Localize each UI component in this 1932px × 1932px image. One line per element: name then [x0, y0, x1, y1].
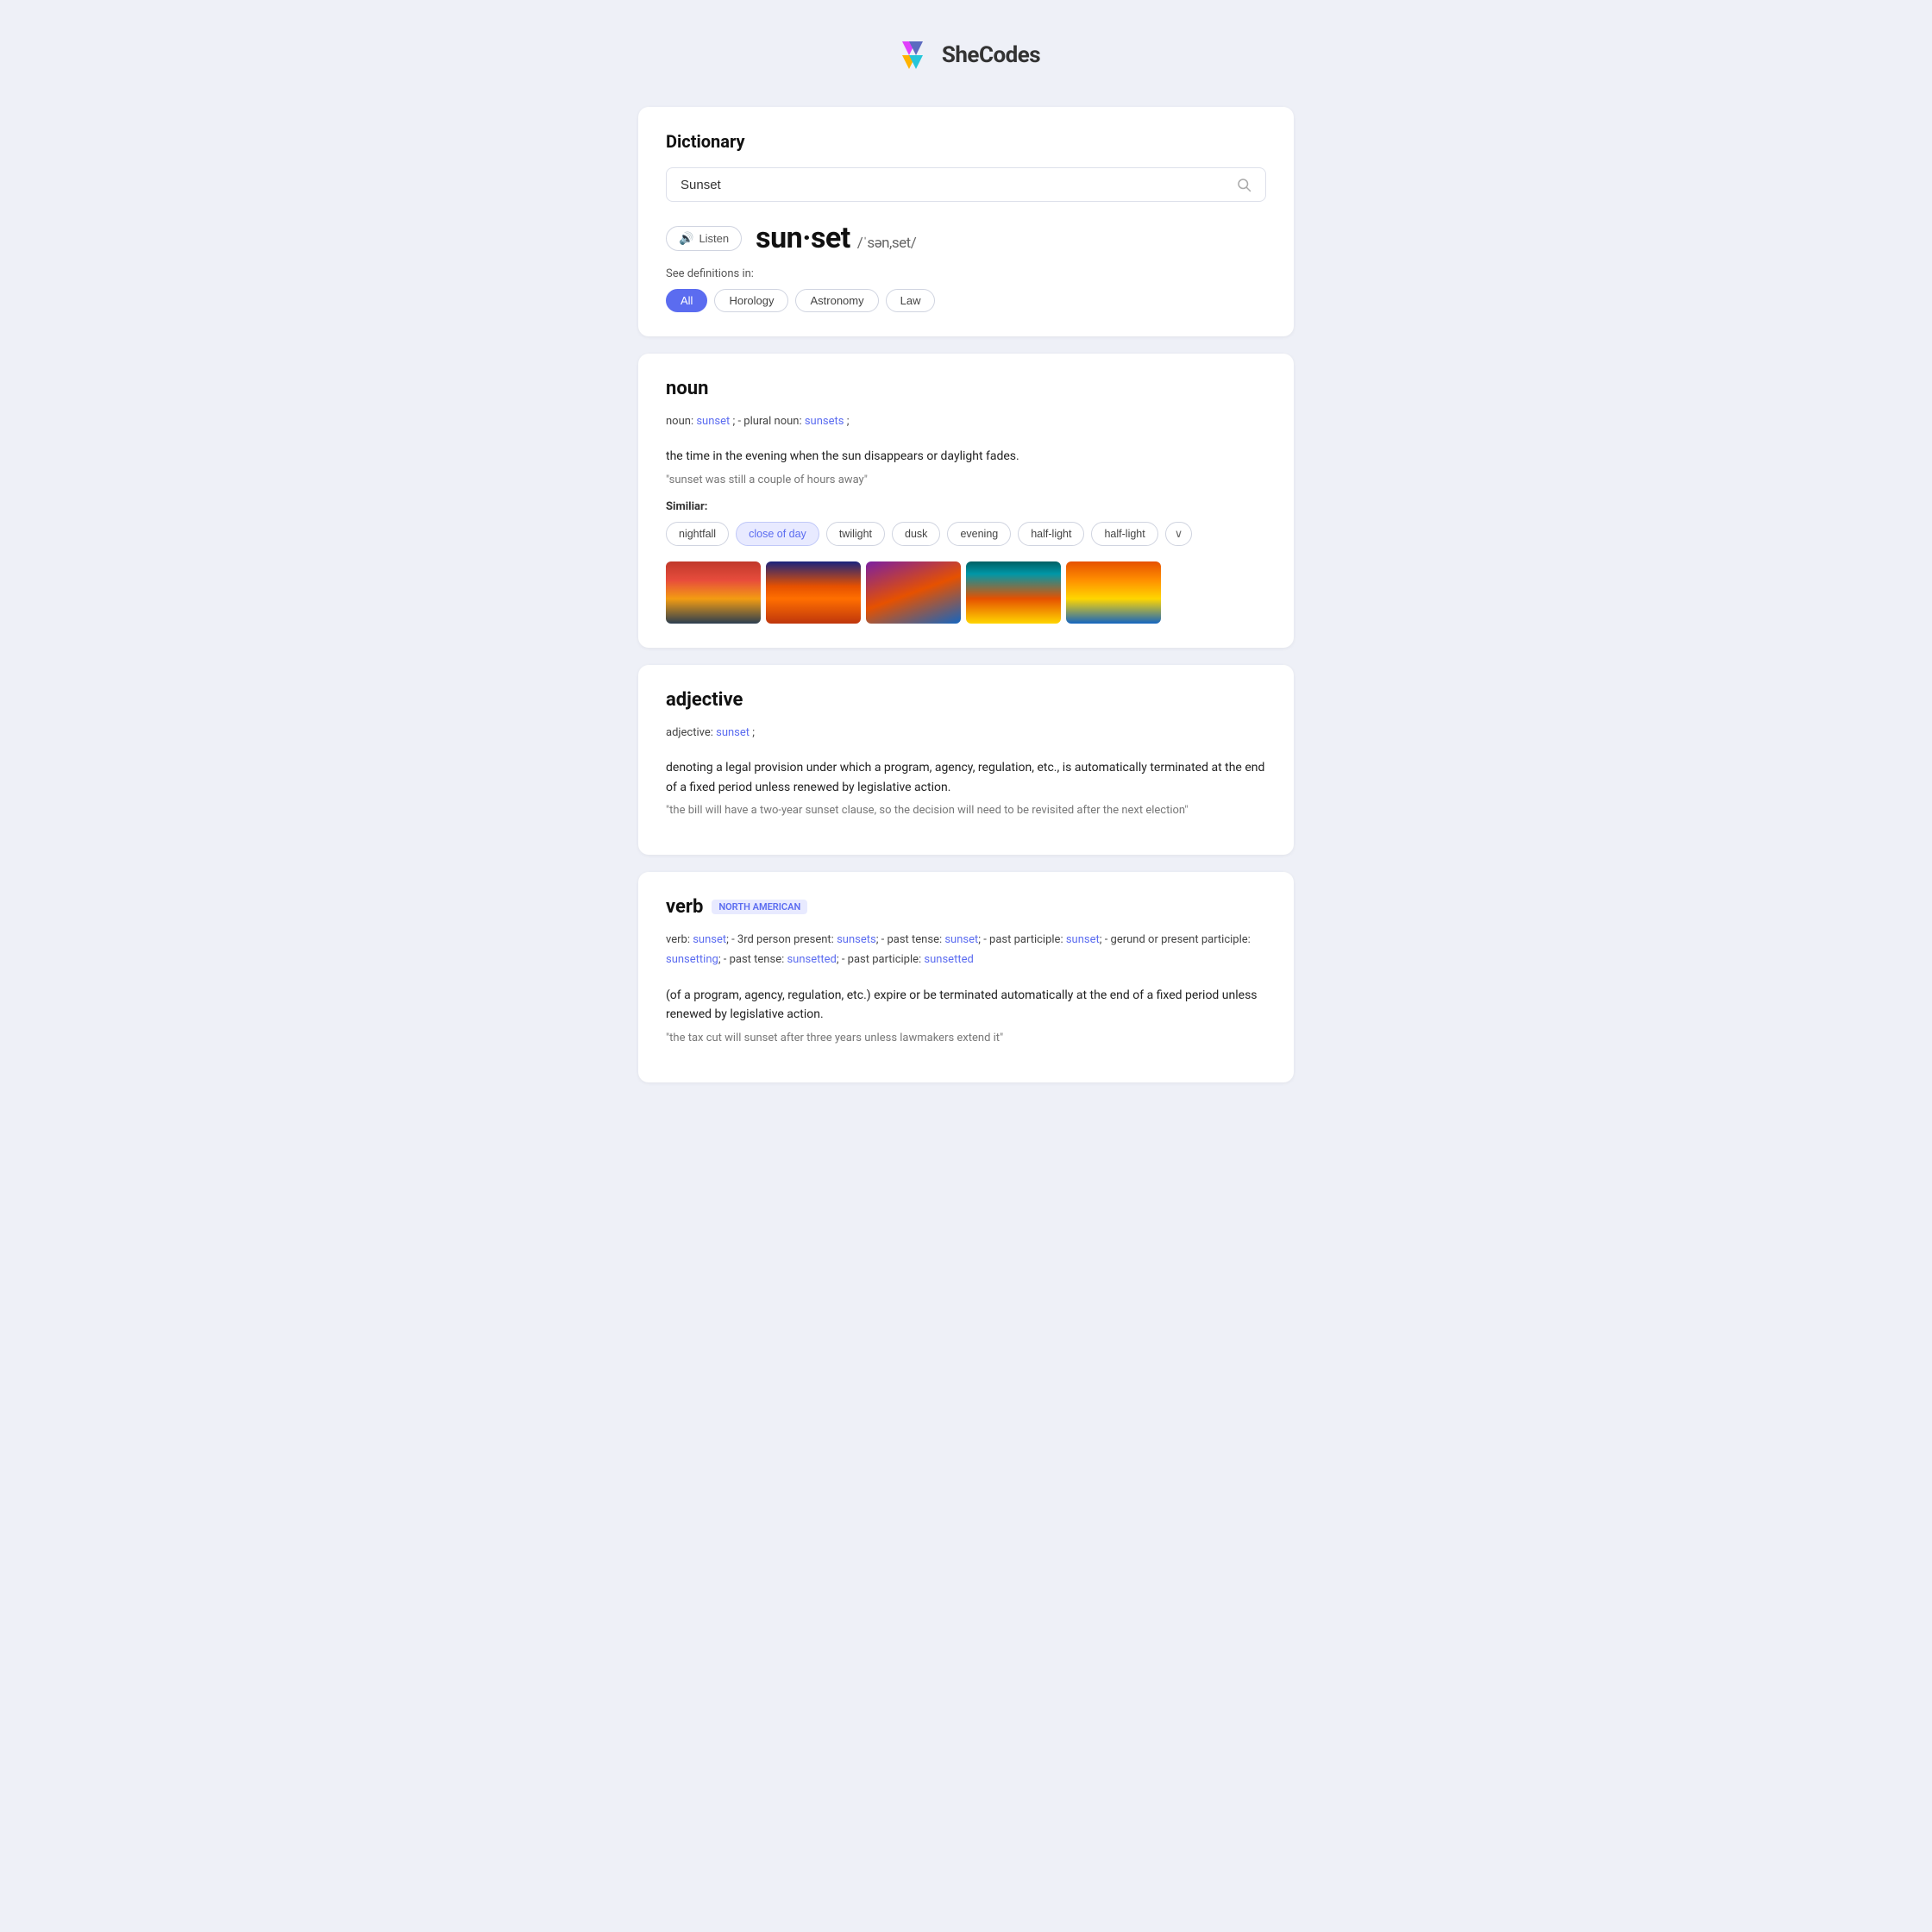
- syn-more-button[interactable]: ∨: [1165, 522, 1193, 546]
- verb-definition: (of a program, agency, regulation, etc.)…: [666, 986, 1266, 1025]
- syn-evening[interactable]: evening: [947, 522, 1011, 546]
- verb-form-link7[interactable]: sunsetted: [924, 953, 973, 966]
- search-button[interactable]: [1236, 177, 1251, 192]
- syn-close-of-day[interactable]: close of day: [736, 522, 819, 546]
- sunset-image-5: [1066, 561, 1161, 624]
- noun-form-prefix1: noun:: [666, 415, 693, 428]
- syn-half-light-1[interactable]: half-light: [1018, 522, 1084, 546]
- search-icon: [1236, 177, 1251, 192]
- adjective-pos-title: adjective: [666, 689, 1266, 711]
- verb-form-link6[interactable]: sunsetted: [787, 953, 836, 966]
- dictionary-title: Dictionary: [666, 131, 1266, 152]
- noun-definition: the time in the evening when the sun dis…: [666, 447, 1266, 466]
- syn-dusk[interactable]: dusk: [892, 522, 940, 546]
- category-horology[interactable]: Horology: [714, 289, 788, 312]
- verb-card: verb NORTH AMERICAN verb: sunset; - 3rd …: [638, 872, 1294, 1082]
- adjective-definition: denoting a legal provision under which a…: [666, 758, 1266, 797]
- adjective-card: adjective adjective: sunset ; denoting a…: [638, 665, 1294, 855]
- search-box: [666, 167, 1266, 202]
- word-main: sun·set /ˈsən,set/: [756, 221, 916, 255]
- see-defs-label: See definitions in:: [666, 267, 1266, 280]
- category-all[interactable]: All: [666, 289, 707, 312]
- speaker-icon: 🔊: [679, 231, 693, 246]
- syn-twilight[interactable]: twilight: [826, 522, 885, 546]
- verb-form-link4[interactable]: sunset: [1066, 933, 1100, 946]
- similiar-label: Similiar:: [666, 500, 1266, 513]
- verb-pos-title: verb: [666, 896, 703, 918]
- images-row: [666, 561, 1266, 624]
- verb-title-row: verb NORTH AMERICAN: [666, 896, 1266, 918]
- verb-form-link2[interactable]: sunsets: [837, 933, 876, 946]
- noun-form-end: ;: [847, 415, 850, 428]
- verb-form-link3[interactable]: sunset: [944, 933, 978, 946]
- syn-half-light-2[interactable]: half-light: [1091, 522, 1157, 546]
- verb-form-link5[interactable]: sunsetting: [666, 953, 718, 966]
- sunset-image-3: [866, 561, 961, 624]
- syn-nightfall[interactable]: nightfall: [666, 522, 729, 546]
- shecodes-logo-icon: [892, 34, 933, 76]
- search-input[interactable]: [681, 178, 1236, 192]
- verb-form-link1[interactable]: sunset: [693, 933, 726, 946]
- word-row: 🔊 Listen sun·set /ˈsən,set/: [666, 221, 1266, 255]
- listen-button[interactable]: 🔊 Listen: [666, 226, 742, 251]
- noun-forms: noun: sunset ; - plural noun: sunsets ;: [666, 411, 1266, 431]
- noun-example: "sunset was still a couple of hours away…: [666, 474, 1266, 486]
- noun-pos-title: noun: [666, 378, 1266, 399]
- noun-card: noun noun: sunset ; - plural noun: sunse…: [638, 354, 1294, 648]
- dictionary-card: Dictionary 🔊 Listen sun·set /ˈsən,set/ S…: [638, 107, 1294, 336]
- adjective-forms: adjective: sunset ;: [666, 723, 1266, 743]
- noun-form-link2[interactable]: sunsets: [805, 415, 844, 428]
- logo-text: SheCodes: [942, 42, 1040, 68]
- verb-badge: NORTH AMERICAN: [712, 900, 807, 914]
- word-phonetic: /ˈsən,set/: [857, 235, 917, 252]
- sunset-image-2: [766, 561, 861, 624]
- synonym-pills: nightfall close of day twilight dusk eve…: [666, 522, 1266, 546]
- adj-form-prefix1: adjective:: [666, 726, 713, 739]
- listen-label: Listen: [699, 232, 729, 245]
- sunset-image-1: [666, 561, 761, 624]
- category-astronomy[interactable]: Astronomy: [795, 289, 878, 312]
- verb-example: "the tax cut will sunset after three yea…: [666, 1032, 1266, 1044]
- adj-form-link1[interactable]: sunset: [716, 726, 750, 739]
- page-container: SheCodes Dictionary 🔊 Listen sun·set /ˈs…: [638, 34, 1294, 1082]
- sunset-image-4: [966, 561, 1061, 624]
- adj-form-end: ;: [752, 726, 755, 739]
- verb-forms: verb: sunset; - 3rd person present: suns…: [666, 930, 1266, 970]
- header: SheCodes: [638, 34, 1294, 76]
- noun-form-sep1: ; - plural noun:: [732, 415, 801, 428]
- adjective-example: "the bill will have a two-year sunset cl…: [666, 804, 1266, 817]
- noun-form-link1[interactable]: sunset: [696, 415, 730, 428]
- category-law[interactable]: Law: [886, 289, 936, 312]
- category-pills: All Horology Astronomy Law: [666, 289, 1266, 312]
